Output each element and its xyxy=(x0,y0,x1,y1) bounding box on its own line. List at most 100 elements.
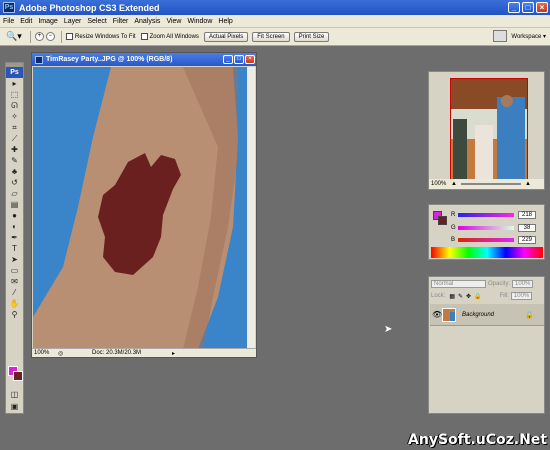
red-label: R xyxy=(451,211,456,218)
zoom-in-small-icon[interactable]: ▲ xyxy=(525,181,531,187)
photoshop-logo: Ps xyxy=(3,2,15,13)
slice-icon[interactable]: ⟋ xyxy=(6,133,23,144)
document-close-button[interactable]: × xyxy=(245,55,255,64)
dodge-icon[interactable]: ◐ xyxy=(6,221,23,232)
zoom-all-windows-checkbox[interactable]: Zoom All Windows xyxy=(140,33,199,40)
green-label: G xyxy=(451,224,456,231)
layers-options-row: Normal Opacity: 100% xyxy=(431,280,534,288)
layer-name[interactable]: Background xyxy=(462,312,525,318)
magic-wand-icon[interactable]: ✧ xyxy=(6,111,23,122)
menu-window[interactable]: Window xyxy=(184,18,215,25)
blue-value[interactable]: 229 xyxy=(518,235,536,244)
layer-row-background[interactable]: 👁 Background 🔒 xyxy=(430,304,544,326)
zoom-out-small-icon[interactable]: ▲ xyxy=(451,181,457,187)
image-canvas[interactable] xyxy=(33,67,249,349)
document-title-bar[interactable]: TimRasey Party..JPG @ 100% (RGB/8) _ □ × xyxy=(32,53,256,66)
zoom-tool-icon[interactable]: ⚲ xyxy=(6,309,23,320)
eye-icon[interactable]: 👁 xyxy=(432,310,442,319)
document-maximize-button[interactable]: □ xyxy=(234,55,244,64)
menu-help[interactable]: Help xyxy=(215,18,235,25)
workspace-menu[interactable]: Workspace ▾ xyxy=(493,30,546,42)
blur-icon[interactable]: ● xyxy=(6,210,23,221)
lock-all-icon[interactable]: 🔒 xyxy=(474,293,481,300)
quick-mask-icon[interactable]: ◫ xyxy=(6,389,23,400)
healing-icon[interactable]: ✚ xyxy=(6,144,23,155)
menu-file[interactable]: File xyxy=(0,18,17,25)
workspace-label[interactable]: Workspace ▾ xyxy=(511,33,546,40)
red-value[interactable]: 218 xyxy=(518,210,536,219)
lock-position-icon[interactable]: ✥ xyxy=(466,293,471,300)
eraser-icon[interactable]: ▱ xyxy=(6,188,23,199)
navigator-zoom[interactable]: 100% xyxy=(429,181,451,187)
screen-mode-icon[interactable]: ▣ xyxy=(6,401,23,412)
hand-icon[interactable]: ✋ xyxy=(6,298,23,309)
clone-stamp-icon[interactable]: ♣ xyxy=(6,166,23,177)
type-icon[interactable]: T xyxy=(6,243,23,254)
color-panel-background[interactable] xyxy=(438,216,447,225)
color-panel: R 218 G 38 B 229 xyxy=(428,204,545,260)
watermark: AnySoft.uCoz.Net xyxy=(408,432,547,448)
eyedropper-icon[interactable]: ⁄ xyxy=(6,287,23,298)
menu-layer[interactable]: Layer xyxy=(61,18,85,25)
actual-pixels-button[interactable]: Actual Pixels xyxy=(203,31,249,42)
blend-mode-select[interactable]: Normal xyxy=(431,280,486,288)
menu-select[interactable]: Select xyxy=(84,18,109,25)
blue-channel-row: B 229 xyxy=(451,235,541,244)
status-arrow-icon[interactable]: ▸ xyxy=(172,350,175,357)
lock-transparency-icon[interactable]: ▦ xyxy=(449,293,455,300)
history-brush-icon[interactable]: ↺ xyxy=(6,177,23,188)
green-value[interactable]: 38 xyxy=(518,223,536,232)
document-size: Doc: 20.3M/20.3M xyxy=(92,350,142,356)
document-status-bar: 100% ◎ Doc: 20.3M/20.3M ▸ xyxy=(32,348,256,357)
zoom-out-icon[interactable]: − xyxy=(46,32,55,41)
zoom-in-icon[interactable]: + xyxy=(35,32,44,41)
notes-icon[interactable]: ✉ xyxy=(6,276,23,287)
blue-label: B xyxy=(451,236,456,243)
gradient-icon[interactable]: ▤ xyxy=(6,199,23,210)
crop-icon[interactable]: ⌗ xyxy=(6,122,23,133)
minimize-button[interactable]: _ xyxy=(508,2,520,13)
fit-screen-button[interactable]: Fit Screen xyxy=(252,31,290,42)
red-slider[interactable] xyxy=(458,212,514,217)
resize-windows-checkbox[interactable]: Resize Windows To Fit xyxy=(66,33,136,40)
menu-edit[interactable]: Edit xyxy=(17,18,35,25)
checkbox-box[interactable] xyxy=(140,33,148,40)
red-channel-row: R 218 xyxy=(451,210,541,219)
print-size-button[interactable]: Print Size xyxy=(293,31,330,42)
lasso-icon[interactable]: ᘏ xyxy=(6,100,23,111)
pen-icon[interactable]: ✒ xyxy=(6,232,23,243)
shape-icon[interactable]: ▭ xyxy=(6,265,23,276)
color-spectrum-bar[interactable] xyxy=(431,247,543,258)
vertical-scrollbar[interactable] xyxy=(247,67,255,349)
move-icon[interactable]: ▸ xyxy=(6,78,23,89)
path-select-icon[interactable]: ➤ xyxy=(6,254,23,265)
menu-analysis[interactable]: Analysis xyxy=(131,18,163,25)
background-color-swatch[interactable] xyxy=(13,371,23,381)
toolbox: Ps ▸ ⬚ ᘏ ✧ ⌗ ⟋ ✚ ✎ ♣ ↺ ▱ ▤ ● ◐ ✒ T ➤ ▭ ✉… xyxy=(5,62,24,414)
document-zoom[interactable]: 100% xyxy=(32,350,58,356)
close-button[interactable]: × xyxy=(536,2,548,13)
fill-label: Fill: xyxy=(499,293,509,299)
marquee-icon[interactable]: ⬚ xyxy=(6,89,23,100)
brush-icon[interactable]: ✎ xyxy=(6,155,23,166)
document-minimize-button[interactable]: _ xyxy=(223,55,233,64)
opacity-field[interactable]: 100% xyxy=(512,280,534,288)
maximize-button[interactable]: □ xyxy=(522,2,534,13)
lock-pixels-icon[interactable]: ✎ xyxy=(458,293,463,300)
green-slider[interactable] xyxy=(458,225,514,230)
menu-filter[interactable]: Filter xyxy=(110,18,132,25)
checkbox-box[interactable] xyxy=(66,33,73,40)
status-menu-icon[interactable]: ◎ xyxy=(58,350,92,357)
divider xyxy=(61,30,62,43)
workspace-icon[interactable] xyxy=(493,30,508,42)
navigator-zoom-slider[interactable] xyxy=(460,183,521,185)
zoom-tool-preset-icon[interactable]: 🔍▾ xyxy=(6,30,26,44)
fill-field[interactable]: 100% xyxy=(510,292,533,300)
menu-view[interactable]: View xyxy=(163,18,184,25)
navigator-thumbnail[interactable] xyxy=(450,78,528,181)
menu-image[interactable]: Image xyxy=(35,18,60,25)
navigator-panel: 100% ▲ ▲ xyxy=(428,71,545,190)
blue-slider[interactable] xyxy=(458,237,514,242)
mouse-cursor-icon: ➤ xyxy=(384,324,393,335)
lock-label: Lock: xyxy=(431,293,446,299)
